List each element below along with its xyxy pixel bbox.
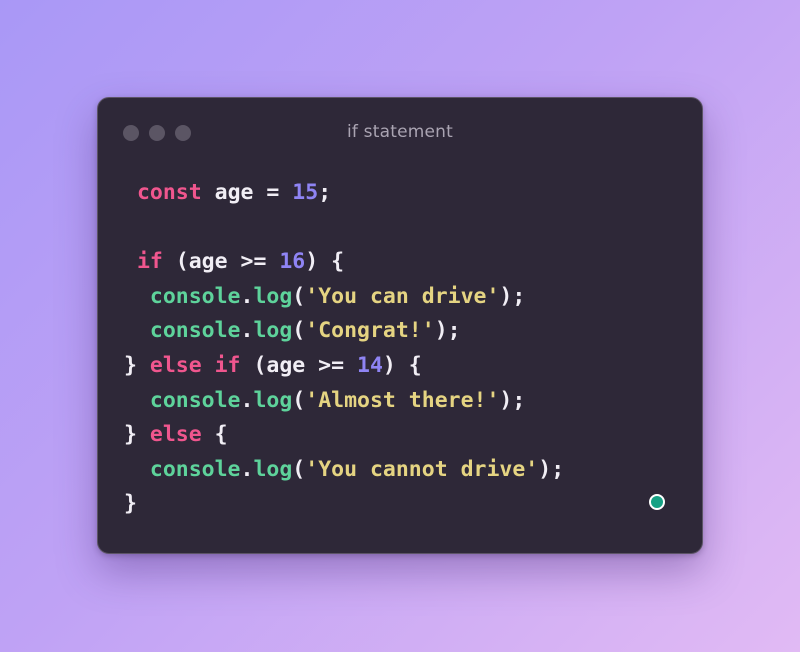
string-token: 'You can drive'	[305, 283, 500, 309]
code-text: }	[124, 422, 150, 448]
code-text: ;	[318, 180, 332, 205]
keyword-token: else if	[149, 352, 241, 378]
object-token: console	[149, 318, 241, 344]
code-text: .	[240, 283, 254, 309]
code-text: ) {	[382, 352, 422, 378]
code-line-4: console.log('You can drive');	[124, 280, 564, 315]
code-text: }	[124, 352, 150, 378]
code-text: (	[292, 387, 306, 413]
code-line-3: if (age >= 16) {	[124, 245, 564, 280]
code-text: );	[538, 456, 565, 482]
status-indicator-dot	[649, 494, 665, 510]
number-token: 16	[279, 249, 306, 275]
code-text: );	[499, 387, 526, 413]
keyword-token: const	[136, 180, 202, 205]
string-token: 'Congrat!'	[305, 318, 435, 344]
code-line-9: console.log('You cannot drive');	[124, 453, 564, 488]
keyword-token: else	[149, 422, 202, 448]
keyword-token: if	[136, 249, 163, 275]
code-text: {	[201, 422, 228, 448]
code-text: (age >=	[240, 352, 357, 378]
code-text: );	[434, 318, 461, 344]
object-token: console	[149, 283, 241, 309]
code-text: .	[240, 456, 254, 482]
code-line-7: console.log('Almost there!');	[124, 384, 564, 419]
code-text: (age >=	[162, 249, 280, 275]
object-token: console	[149, 456, 241, 482]
object-token: console	[149, 387, 241, 413]
code-line-6: } else if (age >= 14) {	[124, 349, 564, 384]
method-token: log	[253, 456, 293, 482]
code-text: (	[292, 456, 306, 482]
code-text: .	[240, 387, 254, 413]
code-block: const age = 15; if (age >= 16) { console…	[124, 176, 564, 522]
title-bar: if statement	[98, 98, 702, 168]
code-line-8: } else {	[124, 418, 564, 453]
method-token: log	[253, 318, 293, 344]
number-token: 14	[357, 352, 383, 378]
code-line-5: console.log('Congrat!');	[124, 314, 564, 349]
code-text: (	[292, 318, 306, 344]
string-token: 'You cannot drive'	[305, 456, 539, 482]
string-token: 'Almost there!'	[305, 387, 500, 413]
code-window: if statement const age = 15; if (age >= …	[97, 97, 703, 554]
code-text: );	[499, 283, 526, 309]
code-text: .	[240, 318, 254, 344]
code-text: }	[124, 491, 137, 517]
code-line-1: const age = 15;	[124, 176, 564, 211]
code-text: (	[292, 283, 306, 309]
number-token: 15	[292, 180, 319, 205]
code-line-10: }	[124, 487, 564, 522]
method-token: log	[253, 387, 293, 413]
code-text: ) {	[305, 249, 345, 275]
window-title: if statement	[346, 122, 454, 142]
method-token: log	[253, 283, 293, 309]
code-text: age =	[201, 180, 293, 205]
